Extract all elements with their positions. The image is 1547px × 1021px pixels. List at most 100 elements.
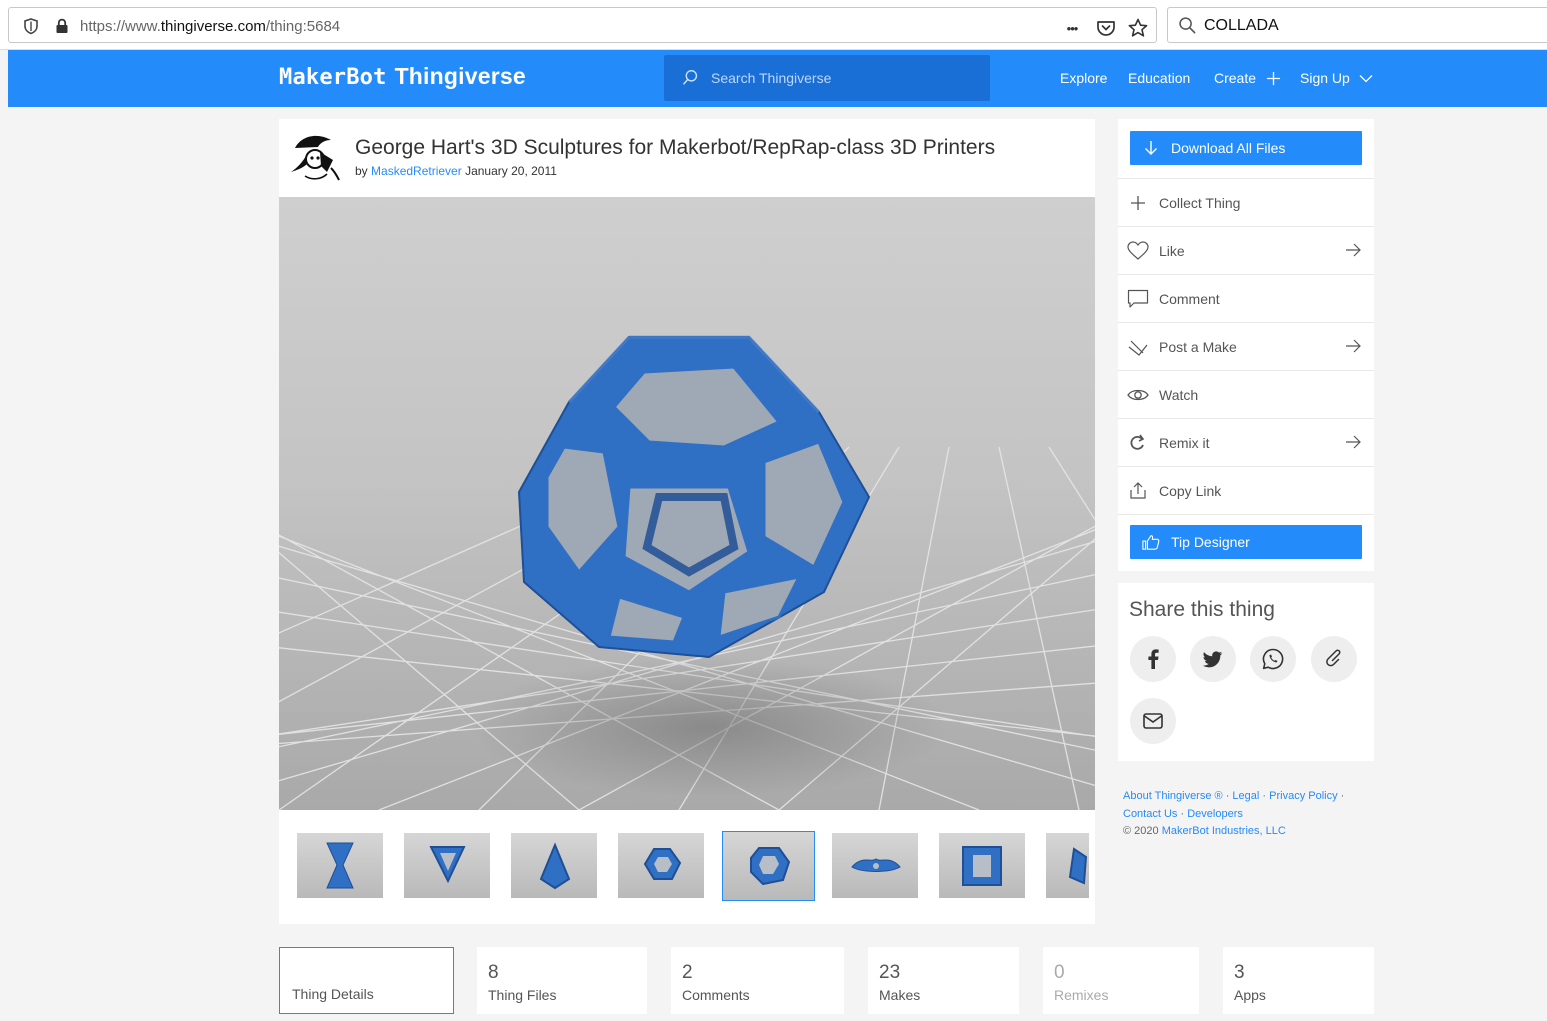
nav-signup[interactable]: Sign Up	[1300, 70, 1373, 86]
nav-explore[interactable]: Explore	[1060, 70, 1107, 86]
footer-links: About Thingiverse ® · Legal · Privacy Po…	[1123, 788, 1373, 841]
byline-by: by	[355, 164, 368, 178]
pocket-icon[interactable]	[1095, 17, 1117, 39]
contact-link[interactable]: Contact Us	[1123, 808, 1177, 820]
thumbnail[interactable]	[832, 833, 918, 898]
twitter-icon	[1203, 650, 1223, 667]
thumbnail[interactable]	[511, 833, 597, 898]
tab-comments-count: 2	[682, 962, 693, 983]
thumbnail[interactable]	[297, 833, 383, 898]
site-logo[interactable]: MakerBot Thingiverse	[279, 63, 526, 90]
author-link[interactable]: MaskedRetriever	[371, 164, 462, 178]
share-facebook-button[interactable]	[1130, 636, 1176, 682]
tab-thing-details-label: Thing Details	[292, 986, 374, 1002]
remix-button[interactable]: Remix it	[1118, 418, 1374, 466]
logo-makerbot: MakerBot	[279, 65, 387, 90]
collect-label: Collect Thing	[1159, 195, 1241, 211]
copy-link-button[interactable]: Copy Link	[1118, 466, 1374, 514]
thumbnail-active[interactable]	[722, 831, 815, 901]
thumbnail[interactable]	[939, 833, 1025, 898]
url-path: /thing:5684	[265, 18, 341, 35]
tab-thing-files-label: Thing Files	[488, 987, 557, 1003]
thumbnail[interactable]	[618, 833, 704, 898]
tab-thing-files[interactable]: 8 Thing Files	[477, 947, 647, 1014]
watch-label: Watch	[1159, 387, 1199, 403]
tab-apps[interactable]: 3 Apps	[1223, 947, 1374, 1014]
thumbnail[interactable]	[404, 833, 490, 898]
heart-icon	[1127, 241, 1149, 260]
tab-thing-files-count: 8	[488, 962, 499, 983]
arrow-right-icon	[1346, 339, 1361, 353]
tab-makes-count: 23	[879, 962, 901, 983]
tab-makes[interactable]: 23 Makes	[868, 947, 1019, 1014]
shield-icon[interactable]	[22, 17, 40, 35]
address-bar[interactable]: https://www.thingiverse.com/thing:5684 •…	[8, 7, 1157, 43]
divider	[1118, 514, 1374, 515]
main-model-image[interactable]	[279, 197, 1095, 810]
browser-toolbar: https://www.thingiverse.com/thing:5684 •…	[0, 0, 1547, 50]
download-all-files-button[interactable]: Download All Files	[1130, 131, 1362, 165]
tab-comments[interactable]: 2 Comments	[671, 947, 844, 1014]
footer-separator: ·	[1262, 790, 1267, 802]
arrow-right-icon	[1346, 435, 1361, 449]
plus-icon	[1131, 196, 1145, 210]
tip-label: Tip Designer	[1171, 534, 1250, 550]
search-icon	[683, 70, 698, 85]
logo-thingiverse: Thingiverse	[394, 63, 526, 89]
thing-card: George Hart's 3D Sculptures for Makerbot…	[279, 119, 1095, 924]
share-upload-icon	[1130, 482, 1146, 499]
like-button[interactable]: Like	[1118, 226, 1374, 274]
lock-icon[interactable]	[53, 17, 71, 35]
about-link[interactable]: About Thingiverse ®	[1123, 790, 1223, 802]
nav-create-label: Create	[1214, 70, 1257, 86]
thumbs-up-icon	[1142, 535, 1160, 550]
privacy-link[interactable]: Privacy Policy	[1269, 790, 1337, 802]
thumbnail[interactable]	[1046, 833, 1089, 898]
comment-label: Comment	[1159, 291, 1220, 307]
share-whatsapp-button[interactable]	[1250, 636, 1296, 682]
comment-icon	[1127, 289, 1149, 308]
share-email-button[interactable]	[1130, 698, 1176, 744]
nav-education[interactable]: Education	[1128, 70, 1190, 86]
url-text[interactable]: https://www.thingiverse.com/thing:5684	[80, 18, 340, 35]
share-twitter-button[interactable]	[1190, 636, 1236, 682]
legal-link[interactable]: Legal	[1232, 790, 1259, 802]
search-icon	[1179, 17, 1196, 34]
footer-line-3: © 2020 MakerBot Industries, LLC	[1123, 823, 1373, 841]
footer-separator: ·	[1225, 790, 1230, 802]
developers-link[interactable]: Developers	[1187, 808, 1243, 820]
share-link-button[interactable]	[1311, 636, 1357, 682]
url-domain: thingiverse.com	[160, 18, 266, 35]
company-link[interactable]: MakerBot Industries, LLC	[1162, 825, 1286, 837]
post-a-make-button[interactable]: Post a Make	[1118, 322, 1374, 370]
page-actions-menu-icon[interactable]: •••	[1061, 17, 1083, 39]
browser-search-field[interactable]: COLLADA	[1167, 7, 1547, 43]
tab-apps-count: 3	[1234, 962, 1245, 983]
site-search-input[interactable]: Search Thingiverse	[664, 55, 990, 101]
arrow-right-icon	[1346, 243, 1361, 257]
tab-remixes[interactable]: 0 Remixes	[1043, 947, 1199, 1014]
plus-icon	[1266, 71, 1280, 86]
whatsapp-icon	[1262, 648, 1284, 670]
footer-line-2: Contact Us · Developers	[1123, 806, 1373, 824]
thing-date: January 20, 2011	[465, 164, 557, 178]
share-panel: Share this thing	[1118, 583, 1374, 761]
author-avatar[interactable]	[287, 128, 345, 186]
bookmark-star-icon[interactable]	[1127, 17, 1149, 39]
collect-thing-button[interactable]: Collect Thing	[1118, 178, 1374, 226]
footer-separator: ·	[1180, 807, 1185, 820]
thing-title: George Hart's 3D Sculptures for Makerbot…	[355, 136, 996, 159]
tab-remixes-count: 0	[1054, 962, 1065, 983]
comment-button[interactable]: Comment	[1118, 274, 1374, 322]
remix-icon	[1130, 434, 1145, 450]
tab-thing-details[interactable]: Thing Details	[279, 947, 454, 1014]
footer-line-1: About Thingiverse ® · Legal · Privacy Po…	[1123, 788, 1373, 806]
watch-button[interactable]: Watch	[1118, 370, 1374, 418]
link-icon	[1326, 649, 1341, 667]
nav-create[interactable]: Create	[1214, 70, 1281, 86]
copy-link-label: Copy Link	[1159, 483, 1222, 499]
chevron-down-icon	[1359, 75, 1373, 83]
tip-designer-button[interactable]: Tip Designer	[1130, 525, 1362, 559]
footer-separator: ·	[1340, 790, 1345, 802]
thing-byline: by MaskedRetriever January 20, 2011	[355, 164, 557, 178]
